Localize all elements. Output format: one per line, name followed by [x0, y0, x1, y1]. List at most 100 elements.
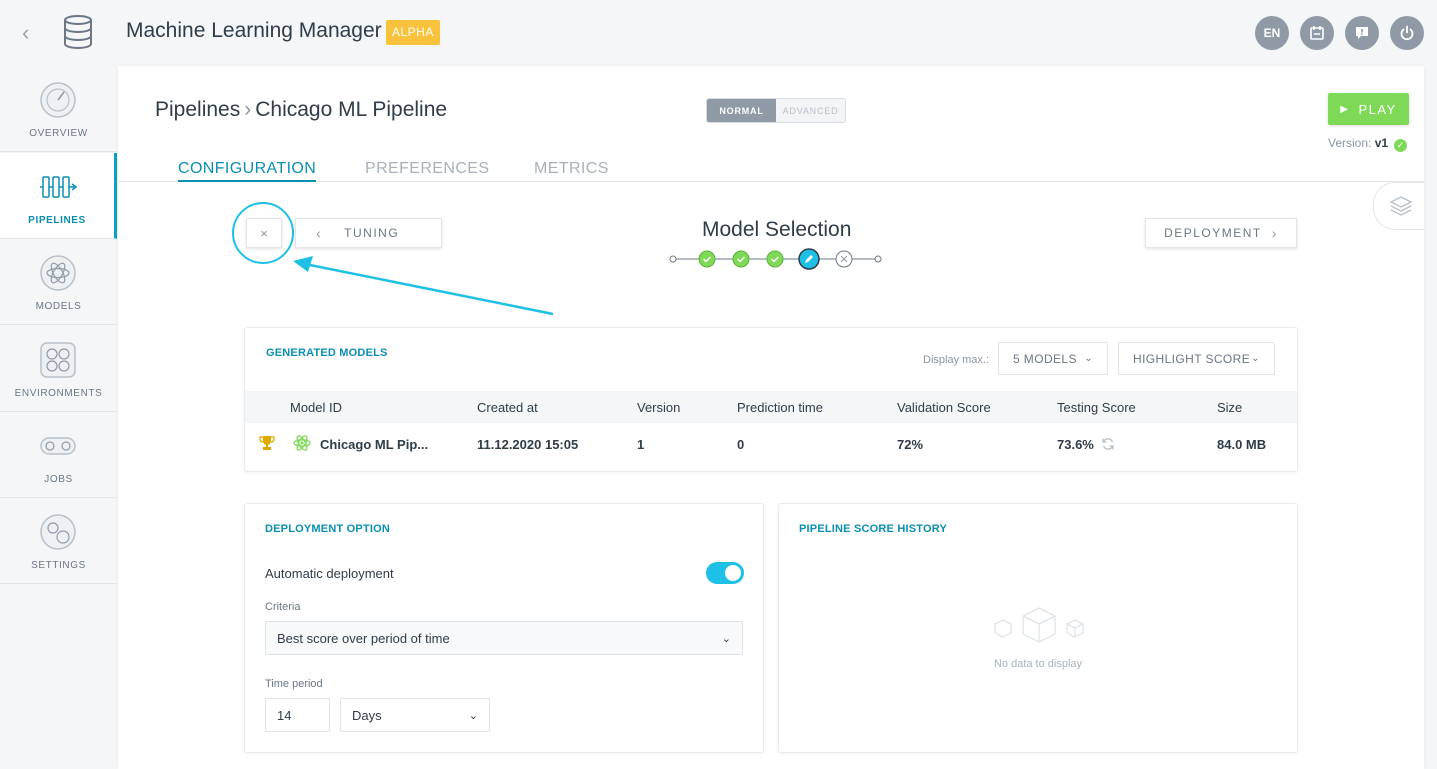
mode-toggle: NORMAL ADVANCED	[706, 98, 846, 123]
language-button[interactable]: EN	[1255, 16, 1289, 50]
sidebar-item-label: PIPELINES	[28, 215, 86, 226]
criteria-select[interactable]: Best score over period of time ⌄	[265, 621, 743, 655]
card-title: PIPELINE SCORE HISTORY	[799, 523, 948, 535]
mode-normal-button[interactable]: NORMAL	[707, 99, 776, 122]
sidebar-item-label: ENVIRONMENTS	[14, 388, 103, 399]
sidebar-item-environments[interactable]: ENVIRONMENTS	[0, 326, 117, 412]
mode-advanced-button[interactable]: ADVANCED	[776, 99, 845, 122]
previous-step-button[interactable]: ‹ TUNING	[295, 218, 442, 248]
layers-icon	[1389, 196, 1413, 216]
pipeline-score-history-card: PIPELINE SCORE HISTORY No data to displa…	[778, 503, 1298, 753]
chevron-left-icon: ‹	[316, 225, 323, 241]
calendar-icon	[1310, 26, 1324, 40]
annotation-arrow	[293, 256, 554, 316]
column-header: Size	[1217, 400, 1243, 415]
settings-icon	[40, 514, 76, 550]
highlight-score-select[interactable]: HIGHLIGHT SCORE ⌄	[1118, 342, 1275, 375]
version-value: v1	[1374, 136, 1389, 150]
play-icon: ▶	[1340, 103, 1350, 115]
time-period-input[interactable]: 14	[265, 698, 330, 732]
feedback-button[interactable]	[1345, 16, 1379, 50]
cell-prediction-time: 0	[737, 437, 745, 452]
sidebar-item-label: OVERVIEW	[29, 128, 88, 139]
column-header: Version	[637, 400, 681, 415]
atom-icon	[40, 255, 76, 291]
play-button[interactable]: ▶ PLAY	[1328, 93, 1409, 125]
step-done-icon	[732, 250, 750, 268]
deployment-option-card: DEPLOYMENT OPTION Automatic deployment C…	[244, 503, 764, 753]
time-period-label: Time period	[265, 678, 323, 690]
model-atom-icon	[293, 435, 311, 451]
close-steps-button[interactable]: ×	[246, 218, 282, 248]
chevron-down-icon: ⌄	[1251, 353, 1260, 364]
empty-cubes-icon	[994, 607, 1084, 643]
sidebar-item-label: JOBS	[44, 474, 73, 485]
cell-validation-score: 72%	[897, 437, 924, 452]
trophy-icon	[259, 436, 275, 450]
chevron-right-icon: ›	[1271, 225, 1278, 241]
empty-state-text: No data to display	[993, 658, 1083, 670]
column-header: Testing Score	[1057, 400, 1136, 415]
back-chevron-icon[interactable]: ‹	[22, 22, 38, 44]
time-unit-select[interactable]: Days ⌄	[340, 698, 490, 732]
breadcrumb-current: Chicago ML Pipeline	[255, 98, 448, 121]
calendar-button[interactable]	[1300, 16, 1334, 50]
next-step-button[interactable]: DEPLOYMENT ›	[1145, 218, 1297, 248]
toggle-knob	[725, 565, 741, 581]
column-header: Prediction time	[737, 400, 823, 415]
display-max-select[interactable]: 5 MODELS ⌄	[998, 342, 1108, 375]
breadcrumb: Pipelines › Chicago ML Pipeline	[155, 98, 447, 122]
version-label: Version:	[1328, 136, 1372, 150]
sidebar-item-settings[interactable]: SETTINGS	[0, 498, 117, 584]
card-title: DEPLOYMENT OPTION	[265, 523, 391, 535]
step-start-dot	[669, 255, 677, 263]
automatic-deployment-label: Automatic deployment	[265, 566, 394, 581]
cell-size: 84.0 MB	[1217, 437, 1267, 452]
app-title: Machine Learning Manager	[126, 19, 382, 42]
sidebar: OVERVIEW PIPELINES MODELS ENVIRONMENTS J…	[0, 66, 117, 584]
layers-button[interactable]	[1373, 182, 1424, 230]
cell-created-at: 11.12.2020 15:05	[477, 437, 579, 452]
environment-icon	[40, 342, 76, 378]
generated-models-card: GENERATED MODELS Display max.: 5 MODELS ⌄…	[244, 327, 1298, 472]
cell-testing-score: 73.6%	[1057, 437, 1094, 452]
next-step-label: DEPLOYMENT	[1164, 226, 1262, 240]
main-panel: Pipelines › Chicago ML Pipeline NORMAL ADV…	[118, 66, 1424, 769]
chevron-down-icon: ⌄	[721, 632, 731, 645]
tab-preferences[interactable]: PREFERENCES	[365, 160, 489, 180]
gauge-icon	[40, 82, 76, 118]
sidebar-item-overview[interactable]: OVERVIEW	[0, 66, 117, 152]
check-icon: ✓	[1394, 139, 1408, 152]
sidebar-item-pipelines[interactable]: PIPELINES	[0, 153, 117, 239]
automatic-deployment-toggle[interactable]	[706, 562, 744, 584]
table-header: Model ID Created at Version Prediction t…	[245, 391, 1297, 423]
breadcrumb-root[interactable]: Pipelines	[155, 98, 240, 121]
step-end-dot	[874, 255, 882, 263]
column-header: Model ID	[290, 400, 343, 415]
display-max-value: 5 MODELS	[1013, 351, 1077, 366]
step-done-icon	[698, 250, 716, 268]
tab-metrics[interactable]: METRICS	[534, 160, 609, 180]
refresh-icon[interactable]	[1101, 437, 1115, 451]
chevron-down-icon: ⌄	[1084, 353, 1093, 364]
cell-version: 1	[637, 437, 645, 452]
sidebar-item-label: SETTINGS	[31, 560, 86, 571]
cell-model-id[interactable]: Chicago ML Pip...	[320, 437, 428, 452]
jobs-icon	[40, 437, 76, 455]
sidebar-item-models[interactable]: MODELS	[0, 239, 117, 325]
step-progress	[669, 248, 882, 270]
column-header: Created at	[477, 400, 538, 415]
card-title: GENERATED MODELS	[266, 347, 388, 359]
sidebar-item-jobs[interactable]: JOBS	[0, 412, 117, 498]
previous-step-label: TUNING	[344, 226, 400, 240]
pipeline-icon	[40, 176, 78, 198]
step-pending-icon	[835, 250, 853, 268]
step-title: Model Selection	[702, 218, 852, 241]
version-info: Version: v1 ✓	[1328, 136, 1408, 152]
power-icon	[1400, 25, 1414, 41]
tab-bar: CONFIGURATION PREFERENCES METRICS	[118, 156, 1424, 182]
tab-configuration[interactable]: CONFIGURATION	[178, 160, 317, 182]
step-done-icon	[766, 250, 784, 268]
criteria-value: Best score over period of time	[277, 630, 450, 646]
power-button[interactable]	[1390, 16, 1424, 50]
